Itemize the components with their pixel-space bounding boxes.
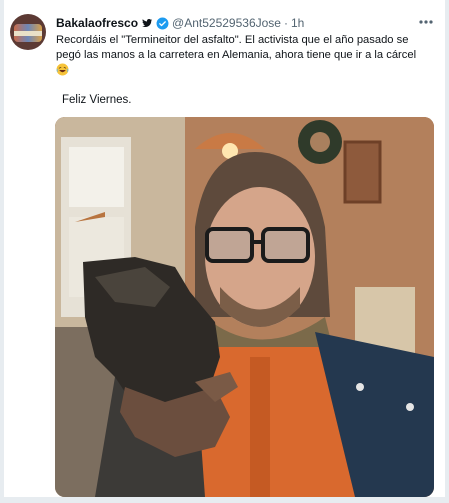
tweet-text-main: Recordáis el "Termineitor del asfalto". … <box>56 34 417 61</box>
frame-bottom-border <box>0 497 449 503</box>
tweet-header: Bakalaofresco @Ant52529536Jose · 1h <box>56 14 304 32</box>
author-name[interactable]: Bakalaofresco <box>56 16 138 30</box>
time-separator: · <box>283 16 288 30</box>
tweet-timestamp[interactable]: 1h <box>291 16 304 30</box>
author-handle[interactable]: @Ant52529536Jose <box>172 16 281 30</box>
photo-man-holding-asphalt <box>55 117 434 497</box>
verified-badge-icon <box>156 17 169 29</box>
frame-right-border <box>445 0 449 503</box>
avatar-band <box>14 31 42 36</box>
more-options-icon[interactable] <box>418 14 434 30</box>
frame-left-border <box>0 0 4 503</box>
laughing-face-icon <box>56 63 69 76</box>
author-avatar[interactable] <box>10 14 46 50</box>
bird-icon <box>142 19 153 28</box>
tweet-photo[interactable] <box>55 117 434 497</box>
tweet-text-secondary: Feliz Viernes. <box>62 94 132 106</box>
tweet-body: Recordáis el "Termineitor del asfalto". … <box>56 33 428 79</box>
